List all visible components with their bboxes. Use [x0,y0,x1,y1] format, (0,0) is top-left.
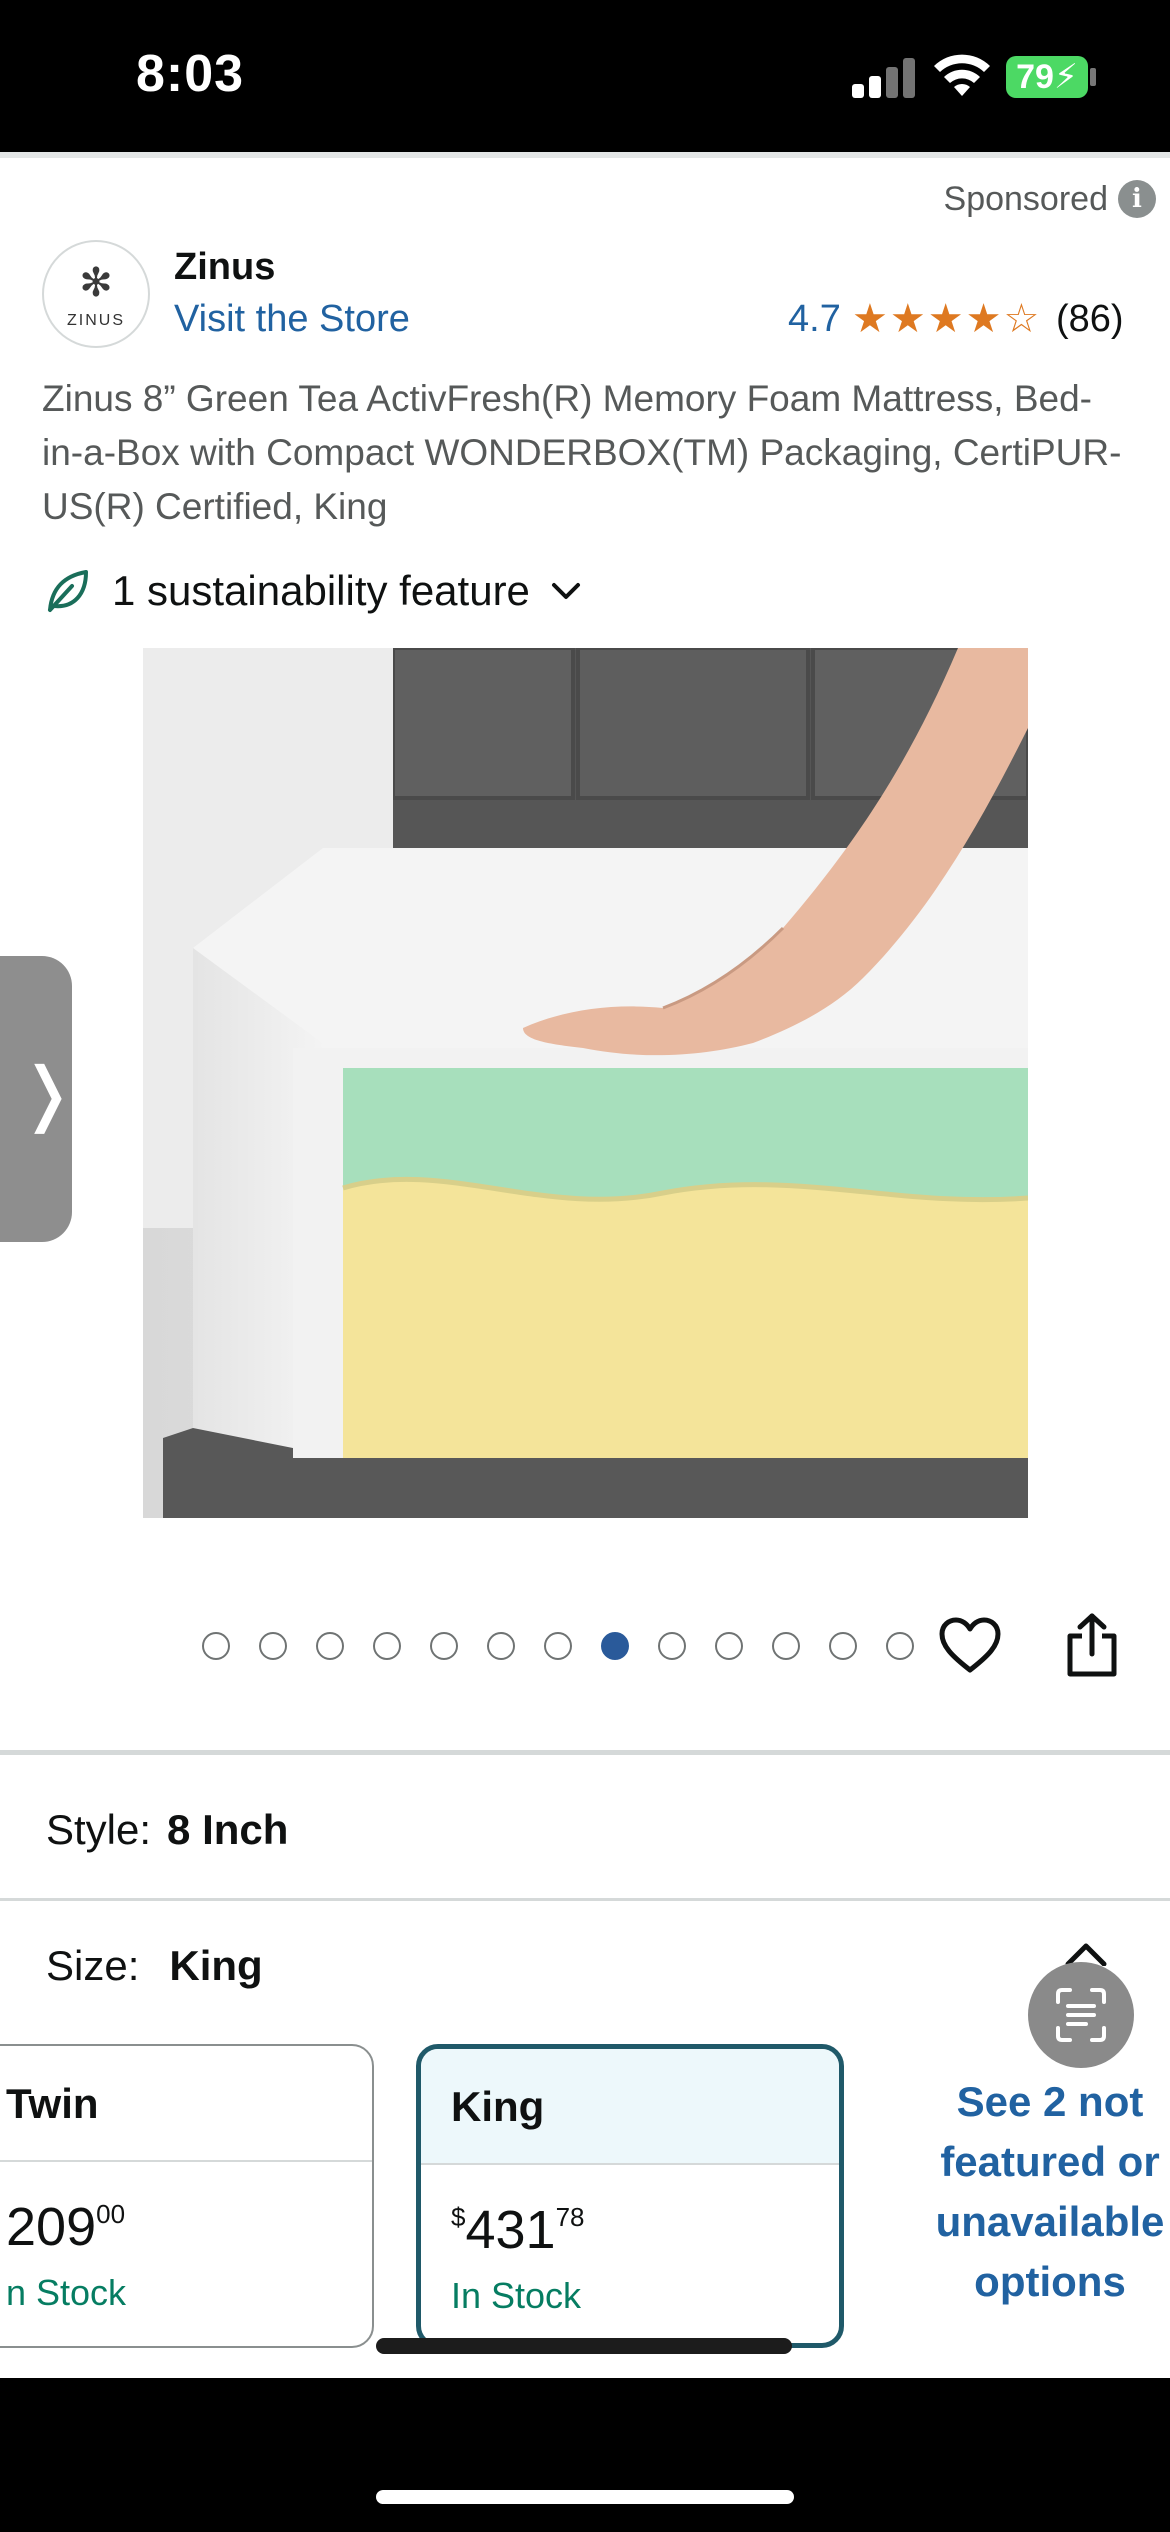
mattress-photo [143,648,1028,1518]
product-title[interactable]: Zinus 8” Green Tea ActivFresh(R) Memory … [42,372,1132,534]
stock-status: In Stock [451,2275,582,2316]
sustainability-label: 1 sustainability feature [112,567,530,614]
size-selector: Size: King [46,1942,263,1990]
price-fraction: 00 [96,2199,126,2229]
share-icon[interactable] [1064,1612,1120,1678]
price-whole: 209 [6,2197,97,2257]
brand-name: Zinus [174,246,276,288]
currency-symbol: $ [451,2202,466,2232]
chevron-right-icon: ❭ [18,1052,77,1134]
zinus-flower-icon: ✻ [79,261,113,305]
battery-tip [1090,68,1096,86]
product-image[interactable] [143,648,1028,1518]
header-divider [0,152,1170,158]
brand-logo[interactable]: ✻ ZINUS [42,240,150,348]
rating-value[interactable]: 4.7 [788,298,841,341]
see-more-options-link[interactable]: See 2 not featured or unavailable option… [900,2072,1170,2312]
scan-lens-icon [1056,1988,1106,2042]
carousel-dot[interactable] [202,1632,230,1660]
cellular-signal-icon [852,56,916,98]
row-divider [0,1898,1170,1901]
visual-search-button[interactable] [1028,1962,1134,2068]
bottom-bar [0,2378,1170,2532]
carousel-dot[interactable] [259,1632,287,1660]
sustainability-toggle[interactable]: 1 sustainability feature [42,566,584,616]
visit-store-link[interactable]: Visit the Store [174,298,410,341]
style-value: 8 Inch [167,1806,289,1853]
carousel-dot[interactable] [544,1632,572,1660]
battery-icon: 79 ⚡ [1006,56,1088,98]
size-value: King [169,1942,263,1989]
size-option-price: $43178 [451,2199,585,2261]
size-option-name: Twin [0,2046,372,2162]
chevron-down-icon [551,583,580,599]
sponsored-label: Sponsored [943,180,1108,218]
battery-level: 79 [1016,57,1054,96]
price-whole: 431 [465,2200,556,2260]
size-option-king[interactable]: King $43178 In Stock [416,2044,844,2348]
carousel-dot[interactable] [487,1632,515,1660]
wifi-icon [934,54,990,96]
section-divider [0,1750,1170,1755]
wishlist-heart-icon[interactable] [938,1616,1002,1676]
rating-count[interactable]: (86) [1056,298,1124,341]
carousel-dot[interactable] [658,1632,686,1660]
brand-logo-text: ZINUS [67,312,125,329]
status-bar: 8:03 79 ⚡ [0,0,1170,152]
info-icon[interactable]: i [1118,180,1156,218]
carousel-dot[interactable] [829,1632,857,1660]
horizontal-scroll-indicator [376,2338,792,2354]
size-option-name: King [421,2049,839,2165]
carousel-dot[interactable] [886,1632,914,1660]
size-option-twin[interactable]: Twin 20900 n Stock [0,2044,374,2348]
status-time: 8:03 [136,45,245,103]
style-label: Style: [46,1806,152,1853]
stock-status: n Stock [6,2272,127,2313]
price-fraction: 78 [555,2202,585,2232]
carousel-dot[interactable] [601,1632,629,1660]
image-carousel-dots[interactable] [202,1632,943,1660]
side-panel-tab[interactable]: ❭ [0,956,77,1242]
size-label: Size: [46,1942,140,1989]
carousel-dot[interactable] [373,1632,401,1660]
leaf-icon [48,570,88,612]
carousel-dot[interactable] [715,1632,743,1660]
star-rating-icon[interactable]: ★★★★☆ [852,296,1041,342]
carousel-dot[interactable] [316,1632,344,1660]
style-selector[interactable]: Style: 8 Inch [46,1806,288,1854]
size-option-price: 20900 [6,2196,125,2258]
home-indicator[interactable] [376,2490,794,2504]
carousel-dot[interactable] [772,1632,800,1660]
carousel-dot[interactable] [430,1632,458,1660]
